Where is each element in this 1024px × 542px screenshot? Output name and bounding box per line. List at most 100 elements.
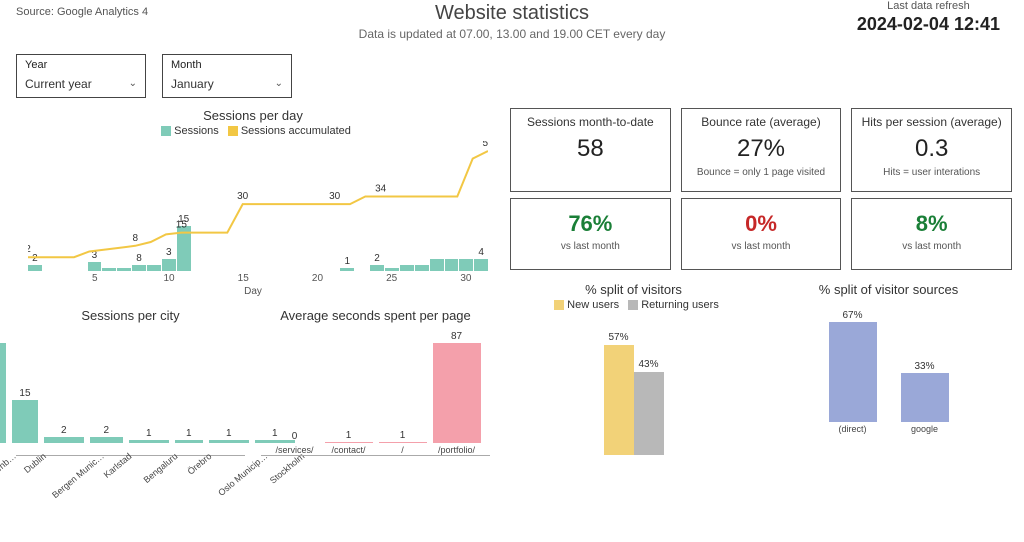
kpi-value: 76% — [515, 211, 666, 237]
bar-group: 1/ — [379, 430, 427, 455]
x-tick — [355, 273, 370, 284]
x-tick — [251, 273, 266, 284]
x-tick — [325, 273, 340, 284]
x-tick — [43, 273, 58, 284]
bar-category-label: Dublin — [22, 451, 48, 475]
bar-group: 43% — [634, 359, 664, 455]
kpi-bounce-delta: 0% vs last month — [681, 198, 842, 270]
kpi-sessions-delta: 76% vs last month — [510, 198, 671, 270]
x-tick: 15 — [236, 273, 251, 284]
chart-title: Average seconds spent per page — [257, 308, 494, 323]
year-slicer[interactable]: Year Current year ⌄ — [16, 54, 146, 98]
legend-label: New users — [567, 299, 619, 311]
bar-value-label: 1 — [226, 428, 232, 439]
bar-group: 1/contact/ — [325, 430, 373, 455]
bar-value-label: 87 — [451, 331, 462, 342]
bar-rect — [433, 343, 481, 443]
bar-value-label: 1 — [186, 428, 192, 439]
kpi-hits-per-session: Hits per session (average) 0.3 Hits = us… — [851, 108, 1012, 192]
x-tick: 10 — [162, 273, 177, 284]
x-tick: 20 — [310, 273, 325, 284]
line-value-label: 34 — [375, 184, 387, 195]
bar-group: 0/services/ — [271, 431, 319, 455]
x-tick — [280, 273, 295, 284]
bar-value-label: 33% — [914, 361, 934, 372]
x-tick — [117, 273, 132, 284]
bar-value-label: 15 — [19, 388, 30, 399]
chart-legend: Sessions Sessions accumulated — [8, 125, 498, 137]
bar-value-label: 43% — [634, 359, 664, 370]
bar-rect — [379, 442, 427, 443]
bar-group: 67%(direct) — [829, 310, 877, 434]
bar-value-label: 1 — [146, 428, 152, 439]
kpi-row-bottom: 76% vs last month 0% vs last month 8% vs… — [510, 198, 1012, 270]
kpi-sessions-mtd: Sessions month-to-date 58 — [510, 108, 671, 192]
bar-value-label: 2 — [103, 425, 109, 436]
kpi-sub: Bounce = only 1 page visited — [686, 167, 837, 178]
bar-category-label: /contact/ — [331, 445, 365, 455]
legend-swatch-sessions — [161, 126, 171, 136]
x-tick — [295, 273, 310, 284]
chart-sessions-per-city: Sessions per city 35Gothenb…15Dublin2Ber… — [12, 302, 249, 477]
legend-swatch-returning — [628, 300, 638, 310]
x-tick — [399, 273, 414, 284]
x-tick — [266, 273, 281, 284]
kpi-sub: vs last month — [686, 241, 837, 252]
header: Source: Google Analytics 4 Website stati… — [0, 0, 1024, 50]
x-tick — [132, 273, 147, 284]
chart-title: % split of visitor sources — [765, 282, 1012, 297]
x-tick — [429, 273, 444, 284]
legend-label: Returning users — [641, 299, 719, 311]
bar-category-label: /services/ — [275, 445, 313, 455]
kpi-value: 8% — [856, 211, 1007, 237]
x-tick — [414, 273, 429, 284]
kpi-title: Hits per session (average) — [856, 115, 1007, 129]
x-tick: 30 — [458, 273, 473, 284]
kpi-row-top: Sessions month-to-date 58 Bounce rate (a… — [510, 108, 1012, 192]
x-tick — [340, 273, 355, 284]
bar-rect — [0, 343, 6, 443]
bar-category-label: / — [401, 445, 404, 455]
line-value-label: 2 — [28, 244, 31, 255]
bar-category-label: Gothenb… — [0, 451, 18, 487]
bar-value-label: 2 — [61, 425, 67, 436]
bar-rect — [901, 373, 949, 422]
chart-title: Sessions per city — [12, 308, 249, 323]
bar-group: 2Karlstad — [90, 425, 123, 455]
kpi-value: 58 — [515, 135, 666, 163]
kpi-sub: vs last month — [856, 241, 1007, 252]
bar-group: 87/portfolio/ — [433, 331, 481, 455]
chart-source-split: % split of visitor sources 67%(direct) 33… — [765, 276, 1012, 456]
x-tick — [206, 273, 221, 284]
bar-rect — [90, 437, 123, 443]
kpi-value: 0% — [686, 211, 837, 237]
line-value-label: 15 — [176, 220, 188, 231]
x-tick — [28, 273, 43, 284]
line-value-label: 30 — [329, 191, 341, 202]
month-slicer-label: Month — [171, 59, 283, 71]
x-tick — [102, 273, 117, 284]
kpi-title: Sessions month-to-date — [515, 115, 666, 129]
kpi-sub: Hits = user interations — [856, 167, 1007, 178]
kpi-title: Bounce rate (average) — [686, 115, 837, 129]
bar-category-label: Bengaluru — [142, 451, 180, 485]
refresh-time: 2024-02-04 12:41 — [857, 14, 1000, 35]
bar-rect — [209, 440, 249, 443]
bar-group: 2Bergen Munic… — [44, 425, 84, 455]
x-tick — [444, 273, 459, 284]
bar-group: 33%google — [901, 361, 949, 434]
chart-title: Sessions per day — [8, 108, 498, 123]
x-tick: 5 — [87, 273, 102, 284]
year-slicer-value: Current year — [25, 77, 137, 91]
filter-row: Year Current year ⌄ Month January ⌄ — [0, 50, 1024, 102]
month-slicer[interactable]: Month January ⌄ — [162, 54, 292, 98]
refresh-label: Last data refresh — [857, 0, 1000, 12]
bar-group: 15Dublin — [12, 388, 38, 455]
legend-swatch-new — [554, 300, 564, 310]
bar-rect — [325, 442, 373, 443]
kpi-value: 0.3 — [856, 135, 1007, 163]
kpi-hits-delta: 8% vs last month — [851, 198, 1012, 270]
chart-visitor-split: % split of visitors New users Returning … — [510, 276, 757, 456]
legend-label: Sessions accumulated — [241, 125, 351, 137]
x-tick — [73, 273, 88, 284]
